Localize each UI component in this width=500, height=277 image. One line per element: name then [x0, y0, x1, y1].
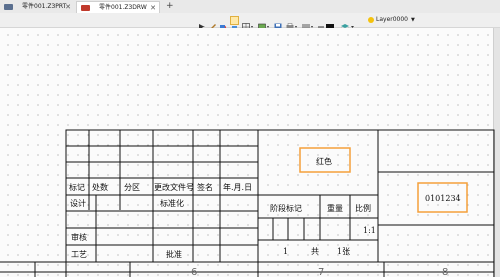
- label-stage-mark: 阶段标记: [270, 203, 302, 213]
- material-text[interactable]: 红色: [316, 156, 332, 166]
- header-change-doc: 更改文件号: [154, 182, 194, 192]
- label-process: 工艺: [71, 250, 87, 259]
- label-review: 审核: [71, 232, 87, 242]
- zone-number: 6: [191, 267, 197, 277]
- header-date: 年.月.日: [223, 182, 252, 192]
- label-approve: 批准: [166, 249, 182, 259]
- label-scale: 比例: [355, 203, 371, 213]
- label-standardize: 标准化: [160, 198, 184, 208]
- header-mark: 标记: [69, 182, 85, 192]
- zone-number: 7: [318, 267, 324, 277]
- header-signature: 签名: [197, 182, 213, 192]
- label-sheet: 1张: [337, 247, 350, 256]
- drawing-number[interactable]: 0101234: [425, 194, 461, 203]
- label-design: 设计: [70, 198, 86, 208]
- scale-value: 1:1: [363, 226, 376, 235]
- title-block-drawing: 标记 处数 分区 更改文件号 签名 年.月.日 设计 标准化 审核 工艺 批准 …: [0, 129, 495, 277]
- label-weight: 重量: [327, 203, 343, 213]
- header-zone: 分区: [124, 183, 140, 192]
- sheet-count: 1: [283, 247, 288, 256]
- label-total: 共: [311, 247, 319, 256]
- header-count: 处数: [92, 182, 108, 192]
- zone-number: 8: [442, 267, 448, 277]
